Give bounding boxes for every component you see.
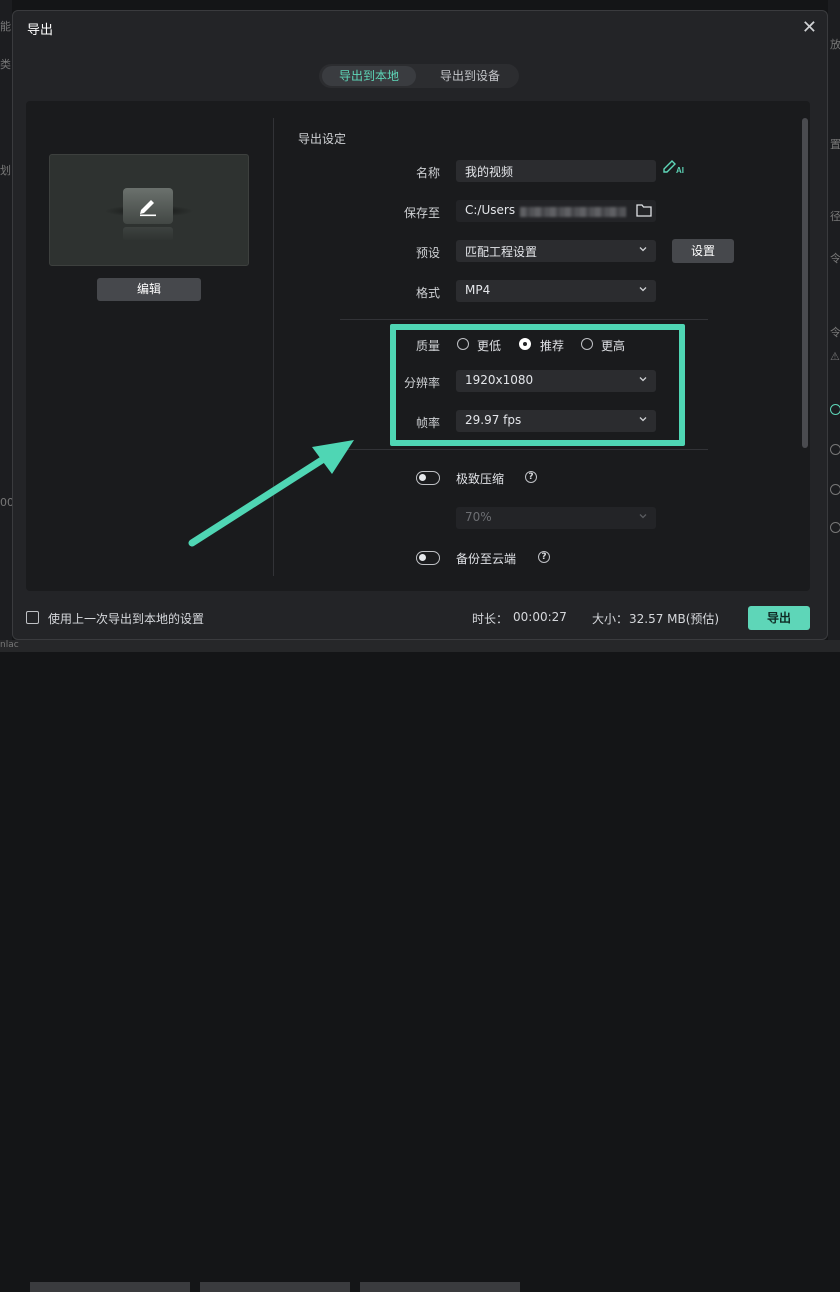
dialog-title: 导出 <box>27 23 54 38</box>
edit-button[interactable]: 编辑 <box>97 278 201 301</box>
extreme-compress-toggle[interactable] <box>416 471 440 485</box>
timeline-thumbnail <box>360 1282 520 1292</box>
compress-level-select: 70% <box>456 507 656 529</box>
warning-icon: ⚠ <box>830 350 840 363</box>
name-label: 名称 <box>415 166 440 180</box>
export-button[interactable]: 导出 <box>748 606 810 630</box>
extreme-compress-label: 极致压缩 <box>456 472 505 486</box>
background-radio <box>830 444 840 455</box>
duration-value: 00:00:27 <box>513 610 567 624</box>
save-to-label: 保存至 <box>403 206 440 220</box>
preview-thumbnail <box>49 154 249 266</box>
use-last-settings-checkbox[interactable] <box>26 611 39 624</box>
background-app-bottom-strip <box>0 640 840 1292</box>
duration-label: 时长： <box>472 612 509 626</box>
format-select[interactable]: MP4 <box>456 280 656 302</box>
pencil-icon <box>123 188 173 224</box>
help-icon[interactable]: ? <box>525 471 537 483</box>
timeline-thumbnail <box>200 1282 350 1292</box>
tab-export-device[interactable]: 导出到设备 <box>425 66 515 86</box>
section-title: 导出设定 <box>298 132 347 146</box>
timeline-thumbnail <box>30 1282 190 1292</box>
thumbnail-reflection <box>123 227 173 241</box>
background-text: 径 <box>830 210 840 223</box>
svg-text:AI: AI <box>676 166 684 175</box>
highlight-box <box>390 324 685 446</box>
save-path-value: C:/Users <box>465 203 516 217</box>
use-last-settings-label: 使用上一次导出到本地的设置 <box>48 612 205 626</box>
background-app-left-edge <box>0 0 12 652</box>
name-input[interactable]: 我的视频 <box>456 160 656 182</box>
preset-settings-button[interactable]: 设置 <box>672 239 734 263</box>
background-text: 令 <box>830 252 840 265</box>
preset-value: 匹配工程设置 <box>465 245 538 259</box>
tab-export-local[interactable]: 导出到本地 <box>322 66 416 86</box>
chevron-down-icon <box>639 247 647 252</box>
cloud-backup-toggle[interactable] <box>416 551 440 565</box>
background-radio <box>830 404 840 415</box>
background-text: 划 <box>0 164 11 177</box>
help-icon[interactable]: ? <box>538 551 550 563</box>
format-label: 格式 <box>415 286 440 300</box>
size-value: 32.57 MB(预估) <box>629 612 720 626</box>
close-icon[interactable]: ✕ <box>802 17 817 38</box>
export-tabs: 导出到本地 导出到设备 <box>319 64 519 88</box>
size-label: 大小： <box>592 612 629 626</box>
background-text: 放 <box>830 38 840 51</box>
format-value: MP4 <box>465 283 491 297</box>
background-text: 置 <box>830 138 840 151</box>
background-radio <box>830 484 840 495</box>
ai-rename-icon[interactable]: AI <box>661 155 693 179</box>
vertical-divider <box>273 118 274 576</box>
background-text: nlac <box>0 640 19 650</box>
divider <box>340 319 708 320</box>
save-path-field[interactable]: C:/Users <box>456 200 656 222</box>
blurred-path <box>520 207 626 217</box>
folder-icon[interactable] <box>636 203 652 221</box>
preset-select[interactable]: 匹配工程设置 <box>456 240 656 262</box>
background-radio <box>830 522 840 533</box>
chevron-down-icon <box>639 287 647 292</box>
background-text: 能 <box>0 20 11 33</box>
background-text: 类 <box>0 58 11 71</box>
chevron-down-icon <box>639 514 647 519</box>
cloud-backup-label: 备份至云端 <box>456 552 517 566</box>
divider <box>340 449 708 450</box>
name-value: 我的视频 <box>465 165 514 179</box>
scrollbar[interactable] <box>802 118 808 448</box>
background-text: 令 <box>830 326 840 339</box>
compress-level-value: 70% <box>465 510 492 524</box>
preset-label: 预设 <box>415 246 440 260</box>
